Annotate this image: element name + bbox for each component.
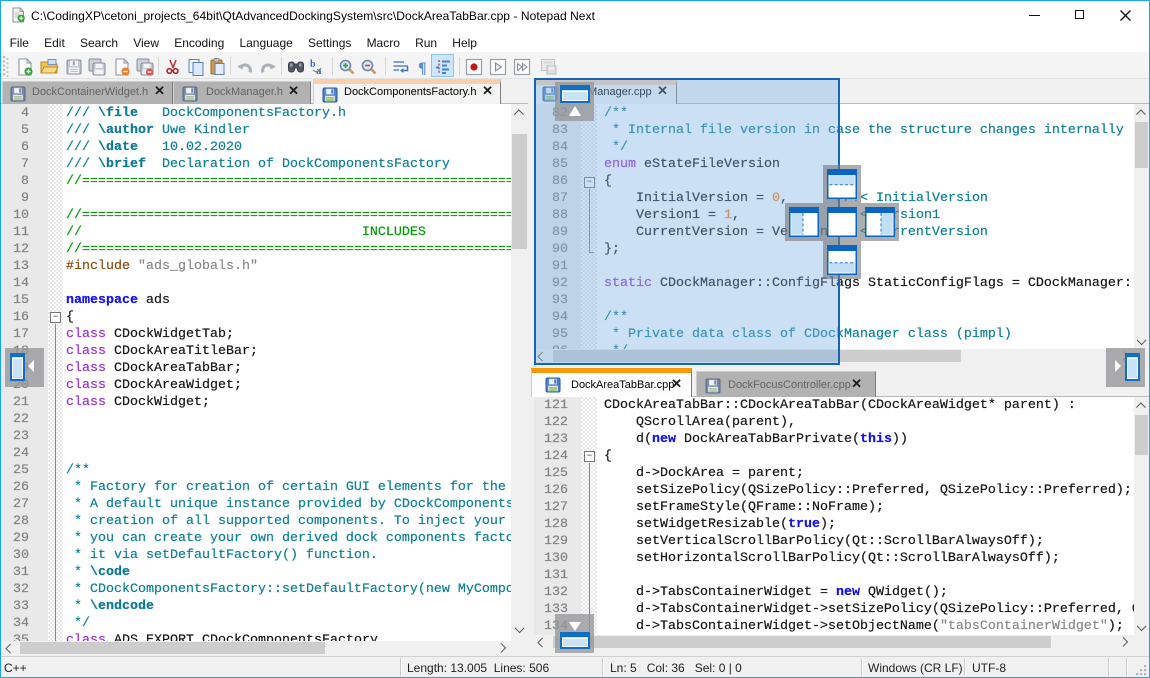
svg-text:¶: ¶ — [418, 60, 427, 77]
